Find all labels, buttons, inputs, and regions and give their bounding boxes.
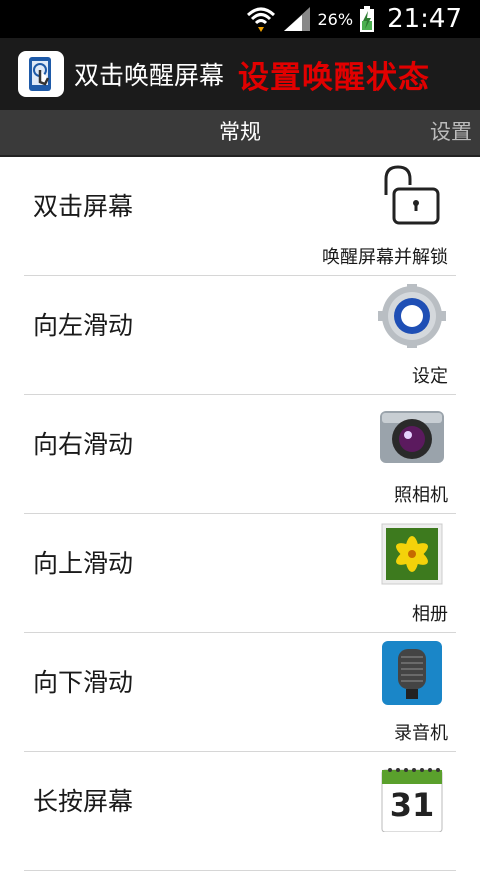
- gesture-label: 向上滑动: [33, 549, 134, 578]
- clock: 21:47: [387, 4, 462, 34]
- gesture-action: 录音机: [394, 723, 448, 744]
- wifi-icon: [246, 7, 275, 32]
- gesture-action: 照相机: [394, 485, 448, 506]
- gesture-label: 双击屏幕: [33, 192, 134, 221]
- gesture-label: 向右滑动: [33, 430, 134, 459]
- tab-settings[interactable]: 设置: [430, 110, 472, 155]
- unlock-icon: [384, 165, 440, 225]
- gallery-icon: [381, 523, 443, 585]
- gesture-row-swipe-right[interactable]: 向右滑动 照相机: [24, 395, 456, 514]
- gesture-action: 唤醒屏幕并解锁: [322, 247, 448, 268]
- gesture-label: 向下滑动: [33, 668, 134, 697]
- gesture-row-long-press[interactable]: 长按屏幕 31: [24, 752, 456, 871]
- gesture-label: 向左滑动: [33, 311, 134, 340]
- gesture-row-swipe-down[interactable]: 向下滑动 录音机: [24, 633, 456, 752]
- voice-recorder-icon: [382, 641, 442, 705]
- signal-icon: [283, 7, 310, 31]
- app-bar: 双击唤醒屏幕 设置唤醒状态: [0, 38, 480, 110]
- gesture-row-swipe-left[interactable]: 向左滑动 设定: [24, 276, 456, 395]
- camera-icon: [380, 411, 444, 463]
- gesture-action: 设定: [412, 366, 448, 387]
- tab-bar: 常规 设置: [0, 110, 480, 157]
- app-subtitle: 设置唤醒状态: [238, 59, 431, 96]
- gesture-row-swipe-up[interactable]: 向上滑动 相册: [24, 514, 456, 633]
- status-bar: 26% 21:47: [0, 0, 480, 38]
- gesture-list: 双击屏幕 唤醒屏幕并解锁 向左滑动 设定 向右滑动 照相机 向上滑动 相册 向下…: [0, 157, 480, 871]
- gesture-label: 长按屏幕: [33, 787, 134, 816]
- battery-percent: 26%: [317, 9, 354, 29]
- calendar-day: 31: [390, 786, 435, 824]
- app-logo-icon: [18, 51, 64, 97]
- battery-charging-icon: [360, 6, 375, 32]
- app-title: 双击唤醒屏幕: [74, 61, 225, 90]
- settings-gear-icon: [378, 284, 446, 348]
- gesture-row-double-tap[interactable]: 双击屏幕 唤醒屏幕并解锁: [24, 157, 456, 276]
- gesture-action: 相册: [412, 604, 448, 625]
- calendar-icon: 31: [381, 768, 443, 832]
- tab-general[interactable]: 常规: [0, 110, 480, 155]
